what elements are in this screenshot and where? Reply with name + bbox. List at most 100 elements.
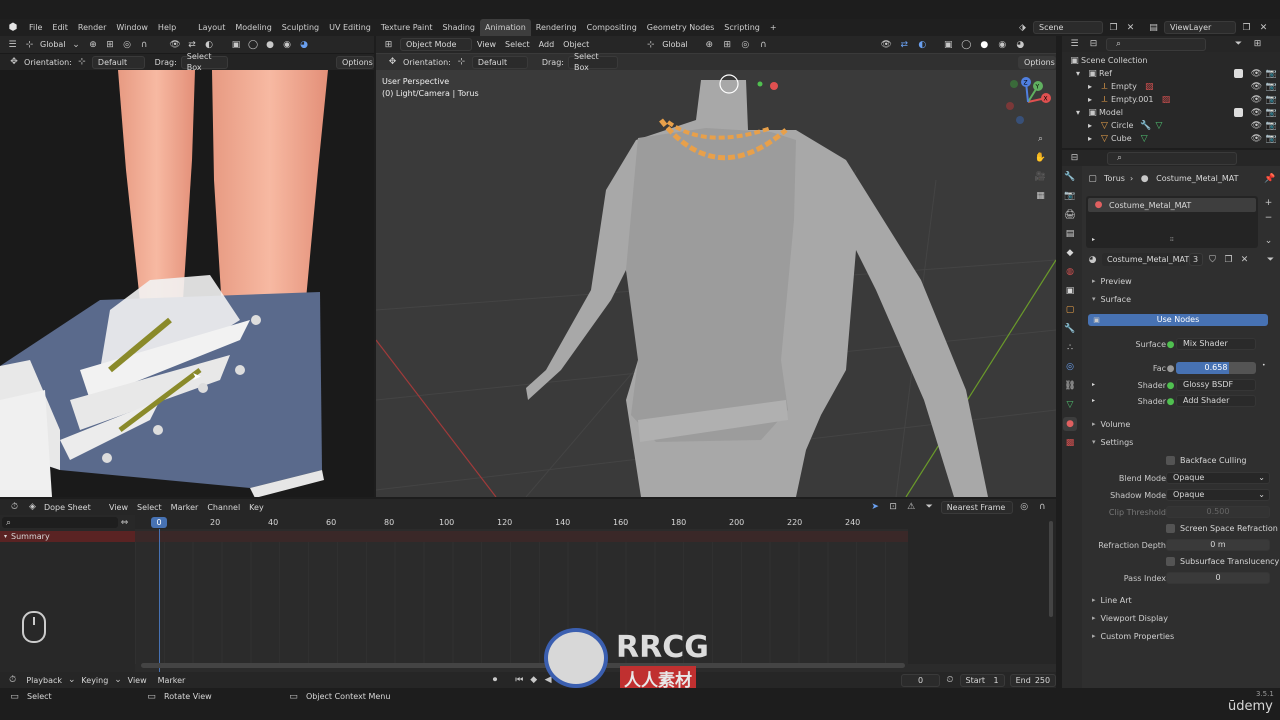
playhead-marker[interactable]: 0: [151, 517, 167, 528]
tab-sculpting[interactable]: Sculpting: [277, 19, 324, 36]
unlink-material-icon[interactable]: ✕: [1238, 253, 1251, 266]
pin-icon[interactable]: 📌: [1263, 172, 1276, 185]
falloff-icon[interactable]: ∩: [138, 38, 151, 51]
dope-menu-marker[interactable]: Marker: [171, 503, 199, 512]
material-name-field[interactable]: Costume_Metal_MAT: [1102, 253, 1189, 266]
clock-icon[interactable]: ⏲: [945, 674, 954, 687]
proportional-edit-icon[interactable]: ◎: [121, 38, 134, 51]
viewport-menu-view[interactable]: View: [477, 40, 496, 49]
proportional-edit-icon[interactable]: ◎: [739, 38, 752, 51]
tab-shading[interactable]: Shading: [437, 19, 480, 36]
vertical-scrollbar[interactable]: [1049, 521, 1053, 617]
xray-icon[interactable]: ▣: [230, 38, 243, 51]
remove-slot-icon[interactable]: −: [1262, 211, 1275, 224]
physics-tab-icon[interactable]: ◎: [1063, 360, 1077, 374]
main-drag-dropdown[interactable]: Select Box: [567, 52, 618, 72]
properties-editor-icon[interactable]: ⊟: [1068, 152, 1081, 165]
line-art-panel-header[interactable]: ▸ Line Art: [1082, 591, 1280, 609]
material-slot-item[interactable]: ● Costume_Metal_MAT: [1088, 198, 1256, 212]
fake-user-icon[interactable]: ⛉: [1206, 253, 1219, 266]
horizontal-scrollbar[interactable]: [141, 663, 905, 668]
outliner-item-model[interactable]: ▾ ▣ Model: [1076, 106, 1123, 119]
collection-tab-icon[interactable]: ▣: [1063, 284, 1077, 298]
record-icon[interactable]: ⏺: [490, 674, 499, 687]
overlay-icon[interactable]: ◐: [203, 38, 216, 51]
data-tab-icon[interactable]: ▽: [1063, 398, 1077, 412]
timeline-menu-view[interactable]: View: [128, 676, 147, 685]
camera-icon[interactable]: 📷: [1265, 119, 1278, 132]
menu-file[interactable]: File: [24, 19, 47, 36]
display-mode-icon[interactable]: ⊟: [1087, 38, 1100, 51]
menu-render[interactable]: Render: [73, 19, 111, 36]
falloff-icon[interactable]: ∩: [1036, 501, 1049, 514]
duplicate-material-icon[interactable]: ❐: [1222, 253, 1235, 266]
outliner-item-cube[interactable]: ▸ ▽ Cube ▽: [1088, 132, 1151, 145]
object-tab-icon[interactable]: ▢: [1063, 303, 1077, 317]
menu-help[interactable]: Help: [153, 19, 181, 36]
constraints-tab-icon[interactable]: ⛓: [1063, 379, 1077, 393]
material-slot-list[interactable]: ● Costume_Metal_MAT ▸ ⁝⁝: [1086, 196, 1258, 248]
summary-channel[interactable]: ▾ Summary: [0, 531, 135, 542]
eye-icon[interactable]: 👁: [1250, 93, 1263, 106]
browse-filter-icon[interactable]: ⏷: [1264, 253, 1277, 266]
wireframe-shading-icon[interactable]: ◯: [960, 38, 973, 51]
viewport-menu-select[interactable]: Select: [505, 40, 530, 49]
screen-space-refraction-checkbox[interactable]: Screen Space Refraction: [1166, 524, 1278, 533]
left-viewport[interactable]: ☰ ⊹ Global ⌄ ⊕ ⊞ ◎ ∩ 👁 ⇄ ◐ ▣ ◯ ● ◉ ◕ ✥ O…: [0, 36, 374, 497]
view-layer-close-icon[interactable]: ✕: [1257, 21, 1270, 34]
texture-tab-icon[interactable]: ▩: [1063, 436, 1077, 450]
solid-shading-icon[interactable]: ●: [264, 38, 277, 51]
navigation-gizmo[interactable]: X Y Z: [1002, 76, 1054, 128]
main-transform-global[interactable]: Global: [662, 40, 688, 49]
blender-logo-icon[interactable]: ⬢: [6, 21, 20, 35]
backface-culling-checkbox[interactable]: Backface Culling: [1166, 456, 1246, 465]
view-layer-field[interactable]: ViewLayer: [1164, 21, 1236, 34]
proportional-edit-icon[interactable]: ◎: [1018, 501, 1031, 514]
tool-tab-icon[interactable]: 🔧: [1063, 170, 1077, 184]
dope-sheet-mode[interactable]: Dope Sheet: [44, 503, 104, 512]
gizmo-icon[interactable]: ⇄: [186, 38, 199, 51]
overlay-toggle-icon[interactable]: ◐: [916, 38, 929, 51]
dope-menu-key[interactable]: Key: [249, 503, 264, 512]
dope-menu-select[interactable]: Select: [137, 503, 162, 512]
filter-icon[interactable]: ⏷: [1232, 38, 1245, 51]
end-frame-field[interactable]: End 250: [1009, 673, 1057, 687]
viewport-display-panel-header[interactable]: ▸ Viewport Display: [1082, 609, 1280, 627]
tab-geometry-nodes[interactable]: Geometry Nodes: [642, 19, 719, 36]
visibility-icon[interactable]: 👁: [169, 38, 182, 51]
editor-type-icon[interactable]: ⏱: [8, 501, 21, 514]
show-hidden-icon[interactable]: ⊡: [887, 501, 900, 514]
tab-scripting[interactable]: Scripting: [719, 19, 765, 36]
grid-toggle-icon[interactable]: ▦: [1034, 189, 1047, 202]
fac-slider[interactable]: 0.658: [1176, 362, 1256, 374]
main-viewport[interactable]: ⊞ Object Mode View Select Add Object ⊹ G…: [376, 36, 1056, 497]
material-browse-icon[interactable]: ◕: [1086, 253, 1099, 266]
visibility-icon[interactable]: 👁: [880, 38, 893, 51]
main-options-button[interactable]: Options: [1017, 55, 1056, 69]
rendered-shading-icon[interactable]: ◕: [298, 38, 311, 51]
falloff-icon[interactable]: ∩: [757, 38, 770, 51]
only-selected-icon[interactable]: ➤: [869, 501, 882, 514]
scene-tab-icon[interactable]: ◆: [1063, 246, 1077, 260]
camera-icon[interactable]: 📷: [1265, 106, 1278, 119]
wireframe-shading-icon[interactable]: ◯: [247, 38, 260, 51]
refraction-depth-field[interactable]: 0 m: [1166, 539, 1270, 551]
menu-edit[interactable]: Edit: [47, 19, 73, 36]
gizmo-toggle-icon[interactable]: ⇄: [898, 38, 911, 51]
subsurface-translucency-checkbox[interactable]: Subsurface Translucency: [1166, 557, 1279, 566]
tab-rendering[interactable]: Rendering: [531, 19, 582, 36]
timeline-menu-keying[interactable]: Keying: [81, 676, 108, 685]
add-slot-icon[interactable]: +: [1262, 196, 1275, 209]
solid-shading-icon[interactable]: ●: [978, 38, 991, 51]
camera-icon[interactable]: 📷: [1265, 80, 1278, 93]
blend-mode-dropdown[interactable]: Opaque ⌄: [1166, 472, 1270, 484]
tab-modeling[interactable]: Modeling: [230, 19, 276, 36]
timeline-editor-icon[interactable]: ⏱: [8, 674, 17, 687]
exclude-checkbox[interactable]: [1234, 108, 1243, 117]
zoom-icon[interactable]: ⌕: [1034, 132, 1047, 145]
scene-close-icon[interactable]: ✕: [1124, 21, 1137, 34]
outliner-scene-collection[interactable]: ▣ Scene Collection: [1068, 54, 1147, 67]
keyframe-dot-icon[interactable]: •: [1262, 362, 1266, 369]
properties-search[interactable]: ⌕: [1107, 151, 1237, 165]
preview-panel-header[interactable]: ▸ Preview: [1082, 272, 1280, 290]
